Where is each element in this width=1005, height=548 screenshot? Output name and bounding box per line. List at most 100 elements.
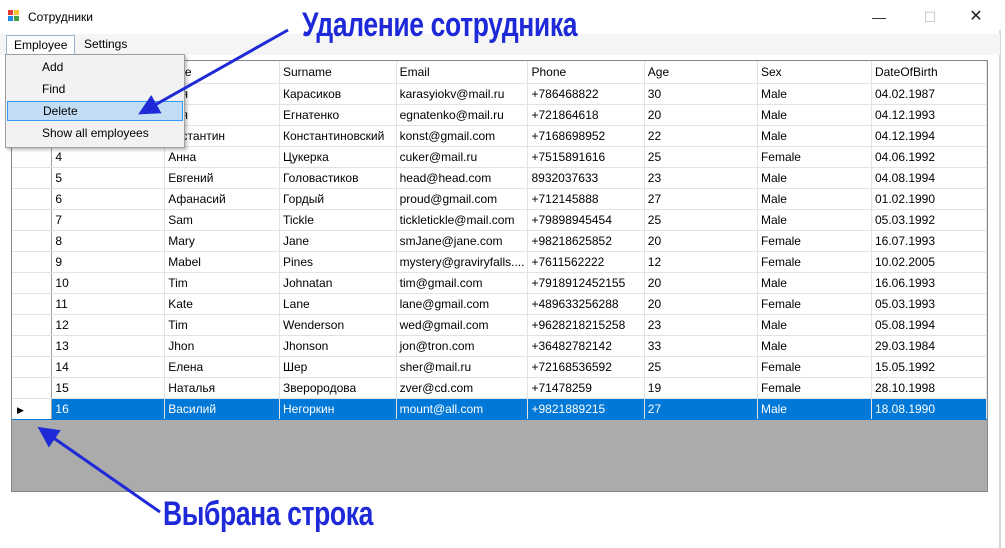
table-cell[interactable]: Jhon [164,335,280,357]
table-cell[interactable]: Sam [164,209,280,231]
table-cell[interactable]: Василий [164,398,280,420]
table-cell[interactable]: 8 [51,230,166,252]
column-header[interactable]: Email [396,61,529,84]
table-row[interactable]: 6 Афанасий Гордый proud@gmail.com +712145888… [12,188,987,210]
table-row[interactable]: ▶ 16 Василий Негоркин mount@all.com +98218892… [12,398,987,420]
row-header[interactable] [12,188,53,210]
table-cell[interactable]: 04.12.1994 [871,125,987,147]
row-header[interactable] [12,230,53,252]
table-cell[interactable]: 16.07.1993 [871,230,987,252]
maximize-button[interactable]: ☐ [907,4,953,30]
table-cell[interactable]: mount@all.com [396,398,529,420]
table-cell[interactable]: Female [757,251,872,273]
table-cell[interactable]: 28.10.1998 [871,377,987,399]
table-cell[interactable]: +786468822 [527,83,645,105]
table-cell[interactable]: 25 [644,209,758,231]
table-row[interactable]: 11 Kate Lane lane@gmail.com +489633256288 20 F… [12,293,987,315]
column-header[interactable]: Age [644,61,758,84]
table-cell[interactable]: 7 [51,209,166,231]
table-cell[interactable]: +7611562222 [527,251,645,273]
table-cell[interactable]: cuker@mail.ru [396,146,529,168]
table-cell[interactable]: Константиновский [279,125,397,147]
table-cell[interactable]: 04.02.1987 [871,83,987,105]
table-cell[interactable]: proud@gmail.com [396,188,529,210]
table-cell[interactable]: 13 [51,335,166,357]
menu-item-find[interactable]: Find [7,79,183,99]
table-cell[interactable]: 15 [51,377,166,399]
row-header[interactable] [12,335,53,357]
column-header[interactable]: Surname [279,61,397,84]
row-header[interactable] [12,146,53,168]
table-cell[interactable]: Female [757,356,872,378]
table-cell[interactable]: Цукерка [279,146,397,168]
table-cell[interactable]: Mary [164,230,280,252]
menu-item-show-all[interactable]: Show all employees [7,123,183,143]
table-cell[interactable]: 18.08.1990 [871,398,987,420]
row-header[interactable] [12,272,53,294]
table-cell[interactable]: 9 [51,251,166,273]
table-cell[interactable]: Негоркин [279,398,397,420]
table-row[interactable]: 13 Jhon Jhonson jon@tron.com +36482782142 33 M… [12,335,987,357]
table-cell[interactable]: +7168698952 [527,125,645,147]
row-header[interactable] [12,314,53,336]
close-button[interactable]: ✕ [953,4,999,30]
table-cell[interactable]: tickletickle@mail.com [396,209,529,231]
table-cell[interactable]: 12 [644,251,758,273]
minimize-button[interactable]: — [856,4,902,30]
table-cell[interactable]: konst@gmail.com [396,125,529,147]
table-cell[interactable]: Male [757,83,872,105]
column-header[interactable]: Phone [527,61,645,84]
table-cell[interactable]: +72168536592 [527,356,645,378]
table-cell[interactable]: 8932037633 [527,167,645,189]
row-header[interactable] [12,377,53,399]
table-row[interactable]: 5 Евгений Головастиков head@head.com 8932037… [12,167,987,189]
table-cell[interactable]: head@head.com [396,167,529,189]
table-cell[interactable]: 04.12.1993 [871,104,987,126]
table-cell[interactable]: Шер [279,356,397,378]
table-cell[interactable]: Гордый [279,188,397,210]
table-cell[interactable]: +712145888 [527,188,645,210]
table-cell[interactable]: Tickle [279,209,397,231]
table-cell[interactable]: +9628218215258 [527,314,645,336]
table-cell[interactable]: +98218625852 [527,230,645,252]
table-cell[interactable]: jon@tron.com [396,335,529,357]
table-cell[interactable]: 11 [51,293,166,315]
table-cell[interactable]: 33 [644,335,758,357]
table-cell[interactable]: Евгений [164,167,280,189]
table-cell[interactable]: 6 [51,188,166,210]
table-row[interactable]: 14 Елена Шер sher@mail.ru +72168536592 25 Fema… [12,356,987,378]
row-header[interactable] [12,167,53,189]
menu-item-delete[interactable]: Delete [7,101,183,121]
table-cell[interactable]: Карасиков [279,83,397,105]
table-cell[interactable]: 16 [51,398,166,420]
table-cell[interactable]: Female [757,230,872,252]
table-cell[interactable]: Mabel [164,251,280,273]
table-cell[interactable]: Головастиков [279,167,397,189]
table-cell[interactable]: Male [757,209,872,231]
table-cell[interactable]: Jane [279,230,397,252]
table-cell[interactable]: wed@gmail.com [396,314,529,336]
table-cell[interactable]: 10 [51,272,166,294]
table-cell[interactable]: Наталья [164,377,280,399]
table-row[interactable]: 15 Наталья Зверородова zver@cd.com +71478259… [12,377,987,399]
table-cell[interactable]: 23 [644,314,758,336]
table-cell[interactable]: Афанасий [164,188,280,210]
table-cell[interactable]: Анна [164,146,280,168]
table-cell[interactable]: 25 [644,146,758,168]
table-cell[interactable]: 01.02.1990 [871,188,987,210]
table-row[interactable]: 12 Tim Wenderson wed@gmail.com +962821821525… [12,314,987,336]
table-cell[interactable]: 12 [51,314,166,336]
table-cell[interactable]: tim@gmail.com [396,272,529,294]
table-cell[interactable]: Female [757,293,872,315]
table-cell[interactable]: 29.03.1984 [871,335,987,357]
table-cell[interactable]: Pines [279,251,397,273]
table-cell[interactable]: Male [757,167,872,189]
table-cell[interactable]: 22 [644,125,758,147]
table-cell[interactable]: +9821889215 [527,398,645,420]
table-cell[interactable]: 20 [644,230,758,252]
table-cell[interactable]: 5 [51,167,166,189]
table-cell[interactable]: Tim [164,314,280,336]
table-cell[interactable]: Елена [164,356,280,378]
table-cell[interactable]: 27 [644,188,758,210]
table-cell[interactable]: Male [757,188,872,210]
